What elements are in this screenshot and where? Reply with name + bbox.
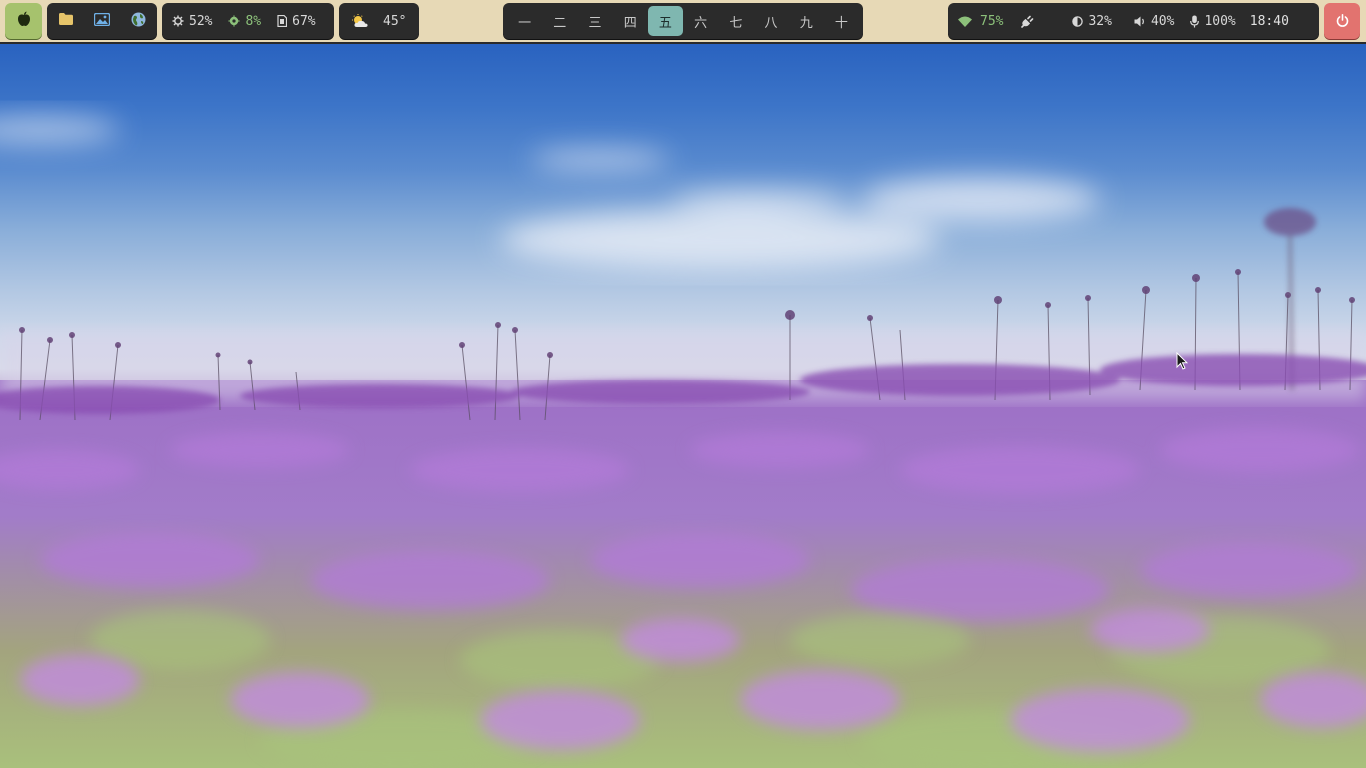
workspace-6[interactable]: 六 xyxy=(683,6,718,36)
browser-button[interactable] xyxy=(120,3,156,39)
workspace-switcher: 一二三四五六七八九十 xyxy=(503,3,863,39)
weather: 45° xyxy=(343,3,414,39)
folder-icon xyxy=(59,13,73,29)
workspace-4[interactable]: 四 xyxy=(613,6,648,36)
temperature-value: 45° xyxy=(383,13,407,29)
clock[interactable]: 18:40 xyxy=(1244,3,1299,39)
cpu-icon xyxy=(172,15,184,27)
workspace-2[interactable]: 二 xyxy=(542,6,577,36)
app-shortcuts xyxy=(47,3,157,39)
cpu-value: 52% xyxy=(189,13,213,29)
volume-value: 40% xyxy=(1150,13,1175,29)
chip-icon xyxy=(228,15,240,27)
cpu-usage[interactable]: 52% xyxy=(164,3,220,39)
mouse-pointer xyxy=(1176,351,1189,374)
file-manager-button[interactable] xyxy=(48,3,84,39)
partly-cloudy-icon xyxy=(351,14,369,28)
memory-usage[interactable]: 67% xyxy=(269,3,323,39)
top-panel: 52% 8% 67% 45° 一二三四五六七八九十 75% 32% 40% 10… xyxy=(0,0,1366,44)
workspace-10[interactable]: 十 xyxy=(824,6,859,36)
globe-icon xyxy=(131,12,146,31)
workspace-1[interactable]: 一 xyxy=(507,6,542,36)
weather-widget[interactable]: 45° xyxy=(339,3,419,39)
memory-icon xyxy=(277,15,288,27)
wifi-value: 75% xyxy=(980,13,1004,29)
power-icon xyxy=(1336,12,1349,31)
desktop-wallpaper xyxy=(0,0,1366,768)
power-button[interactable] xyxy=(1324,3,1360,39)
workspace-5[interactable]: 五 xyxy=(647,6,684,36)
brightness-value: 32% xyxy=(1088,13,1112,29)
workspace-3[interactable]: 三 xyxy=(577,6,612,36)
microphone-icon xyxy=(1190,15,1200,28)
volume-status[interactable]: 40% xyxy=(1120,3,1182,39)
system-monitor: 52% 8% 67% xyxy=(162,3,334,39)
apple-icon xyxy=(17,11,31,31)
status-area: 75% 32% 40% 100% 18:40 xyxy=(948,3,1319,39)
volume-icon xyxy=(1134,16,1146,27)
power-status[interactable] xyxy=(1011,3,1064,39)
brightness-status[interactable]: 32% xyxy=(1064,3,1119,39)
gpu-value: 8% xyxy=(245,13,262,29)
image-viewer-button[interactable] xyxy=(84,3,120,39)
wifi-status[interactable]: 75% xyxy=(950,3,1011,39)
workspace-7[interactable]: 七 xyxy=(718,6,753,36)
workspace-8[interactable]: 八 xyxy=(753,6,788,36)
memory-value: 67% xyxy=(292,13,316,29)
microphone-status[interactable]: 100% xyxy=(1182,3,1243,39)
image-icon xyxy=(93,12,111,30)
gpu-usage[interactable]: 8% xyxy=(220,3,269,39)
flower-field-scene xyxy=(0,116,1366,768)
microphone-value: 100% xyxy=(1204,13,1236,29)
plug-icon xyxy=(1021,15,1034,28)
workspace-9[interactable]: 九 xyxy=(789,6,824,36)
wifi-icon xyxy=(958,16,972,27)
launcher-button[interactable] xyxy=(5,3,42,39)
brightness-icon xyxy=(1072,15,1084,27)
